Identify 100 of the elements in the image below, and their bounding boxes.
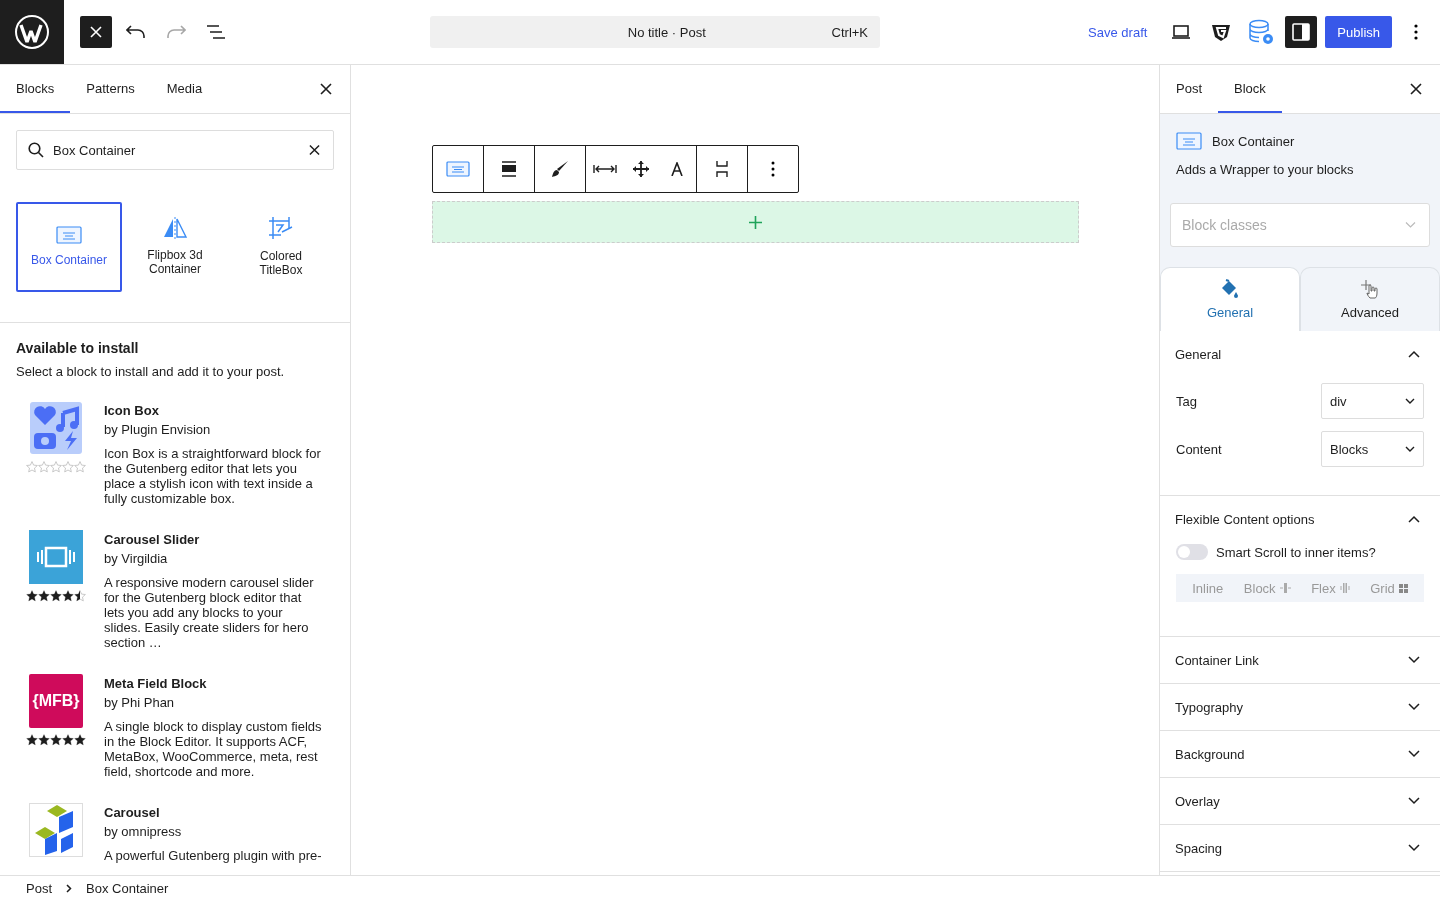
star-icon: [74, 461, 86, 473]
close-icon: [1410, 83, 1422, 95]
width-icon: [593, 163, 617, 175]
plugin-item[interactable]: {MFB} Meta Field Block by Phi Phan A single block to display custom fields in the Block Editor. It supports ACF, MetaBox, WooCommerce, meta, rest field, shortcode and more.: [16, 666, 334, 787]
clear-icon[interactable]: [309, 144, 320, 156]
block-layout-icon: [1279, 583, 1291, 593]
plugin-author: by omnipress: [104, 824, 183, 839]
chevron-down-icon: [1405, 446, 1415, 452]
star-icon: [26, 590, 38, 602]
sidebar-icon: [1292, 23, 1311, 41]
font-icon: [671, 162, 683, 176]
plugin-logo: {MFB}: [29, 674, 83, 728]
select-field[interactable]: div: [1321, 383, 1424, 419]
shield-icon: [1211, 22, 1232, 42]
inserter-tab[interactable]: Media: [150, 65, 219, 113]
settings-button[interactable]: [1285, 16, 1318, 48]
site-logo[interactable]: [0, 0, 64, 64]
star-icon: [38, 734, 50, 746]
panel-header[interactable]: Container Link: [1160, 637, 1440, 683]
move-icon: [632, 160, 650, 178]
grid-layout-icon: [1398, 583, 1408, 593]
block-result[interactable]: Box Container: [16, 202, 122, 292]
breadcrumb-link[interactable]: Box Container: [86, 880, 169, 896]
star-icon: [74, 590, 86, 602]
more-icon: [771, 161, 775, 177]
style-tab[interactable]: General: [1160, 267, 1300, 331]
block-name: Box Container: [1212, 133, 1295, 149]
style-tab[interactable]: Advanced: [1300, 267, 1440, 331]
search-icon: [28, 142, 44, 158]
add-icon[interactable]: [749, 215, 762, 229]
flip-icon: [162, 217, 188, 240]
flex-layout-icon: [1339, 583, 1350, 593]
search-field[interactable]: Box Container: [16, 130, 334, 170]
inserter-tab[interactable]: Patterns: [70, 65, 151, 113]
star-icon: [50, 590, 62, 602]
field-label: Tag: [1176, 393, 1197, 409]
toggle-label: Smart Scroll to inner items?: [1216, 544, 1376, 560]
star-icon: [38, 590, 50, 602]
laptop-icon: [1171, 25, 1192, 39]
undo-icon: [126, 25, 146, 39]
chevron-up-icon: [1408, 515, 1420, 523]
breadcrumb-link[interactable]: Post: [26, 880, 52, 896]
plugin-description: A powerful Gutenberg plugin with pre-: [104, 848, 322, 863]
section-title: Available to install: [16, 340, 140, 356]
close-icon: [320, 83, 332, 95]
block-result[interactable]: Flipbox 3d Container: [122, 202, 228, 292]
box-icon: [1176, 132, 1202, 150]
brush-icon: [551, 160, 569, 178]
cubes-icon: [29, 803, 83, 857]
database-icon: [1248, 19, 1275, 45]
plugin-item[interactable]: Carousel Slider by Virgildia A responsive modern carousel slider for the Gutenberg block editor that lets you add any blocks to your slides. Easily create sliders for hero section …: [16, 522, 334, 658]
publish-button[interactable]: Publish: [1325, 16, 1392, 48]
star-icon: [26, 734, 38, 746]
toggle-switch[interactable]: [1176, 544, 1208, 560]
star-icon: [26, 461, 38, 473]
select-field[interactable]: Blocks: [1321, 431, 1424, 467]
plugin-item[interactable]: Carousel by omnipress A powerful Gutenberg plugin with pre-: [16, 795, 334, 871]
section-subtitle: Select a block to install and add it to your post.: [16, 364, 286, 379]
plugin-name: Carousel Slider: [104, 532, 201, 547]
more-icon: [1414, 24, 1418, 40]
paint-bucket-icon: [1220, 279, 1240, 299]
field-label: Content: [1176, 441, 1222, 457]
chevron-down-icon: [1408, 797, 1420, 805]
star-icon: [62, 461, 74, 473]
plugin-name: Icon Box: [104, 403, 160, 418]
star-icon: [38, 461, 50, 473]
plugin-item[interactable]: Icon Box by Plugin Envision Icon Box is a straightforward block for the Gutenberg editor that lets you place a stylish icon with text inside a fully customizable box.: [16, 393, 334, 514]
panel-header[interactable]: Flexible Content options: [1160, 496, 1440, 542]
chevron-down-icon: [1408, 750, 1420, 758]
star-icon: [50, 461, 62, 473]
panel-header[interactable]: Spacing: [1160, 825, 1440, 871]
command-bar[interactable]: No title · Post Ctrl+K: [430, 16, 881, 48]
sidebar-tab[interactable]: Post: [1160, 65, 1218, 113]
inserter-tab[interactable]: Blocks: [0, 65, 71, 113]
plugin-description: A single block to display custom fields in the Block Editor. It supports ACF, MetaBox, WooCommerce, meta, rest field, shortcode and more.: [104, 719, 322, 779]
panel-header[interactable]: Typography: [1160, 684, 1440, 730]
redo-icon: [166, 25, 186, 39]
block-result[interactable]: Colored TitleBox: [228, 202, 334, 292]
panel-header[interactable]: Background: [1160, 731, 1440, 777]
shapes-icon: [29, 401, 83, 455]
title-box-icon: [268, 216, 294, 241]
chevron-right-icon: [66, 883, 72, 893]
plugin-author: by Virgildia: [104, 551, 169, 566]
plugin-author: by Phi Phan: [104, 695, 176, 710]
slider-icon: [29, 530, 83, 584]
panel-header[interactable]: Overlay: [1160, 778, 1440, 824]
close-button[interactable]: [80, 16, 112, 48]
plugin-name: Carousel: [104, 805, 161, 820]
move-hand-icon: [1360, 279, 1380, 299]
chevron-down-icon: [1405, 221, 1416, 229]
chevron-down-icon: [1408, 844, 1420, 852]
box-icon: [56, 226, 82, 245]
plugin-author: by Plugin Envision: [104, 422, 212, 437]
chevron-down-icon: [1408, 656, 1420, 664]
panel-header[interactable]: General: [1160, 331, 1440, 377]
star-icon: [50, 734, 62, 746]
save-draft-button[interactable]: Save draft: [1078, 16, 1158, 48]
plugin-name: Meta Field Block: [104, 676, 208, 691]
spacing-icon: [715, 160, 729, 178]
block-classes-field[interactable]: Block classes: [1170, 203, 1430, 247]
